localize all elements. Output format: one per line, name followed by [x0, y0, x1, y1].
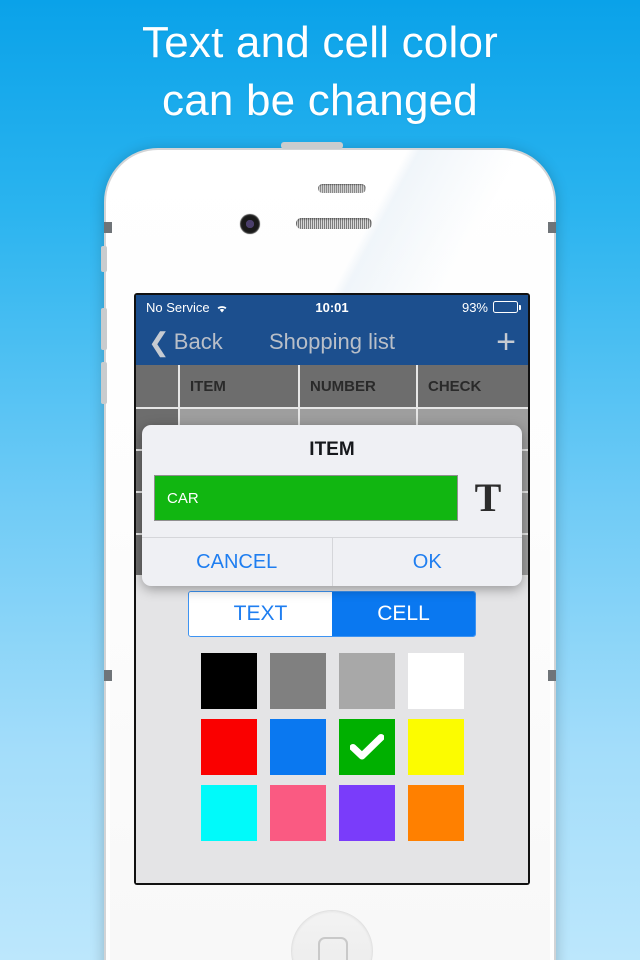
screenshot-stage: Text and cell color can be changed No Se… — [0, 0, 640, 960]
dialog-body: CAR T — [142, 471, 522, 537]
antenna-nub — [104, 670, 112, 681]
screen-bezel: No Service 10:01 93% ❮ Back Shopping lis… — [134, 293, 530, 885]
page-title: Text and cell color can be changed — [0, 14, 640, 130]
antenna-nub — [548, 670, 556, 681]
volume-down-button[interactable] — [101, 362, 107, 404]
dialog-overlay: ITEM CAR T CANCEL OK — [136, 295, 528, 883]
power-button[interactable] — [281, 142, 343, 149]
cancel-button[interactable]: CANCEL — [142, 538, 332, 586]
front-camera — [240, 214, 260, 234]
phone-screen: No Service 10:01 93% ❮ Back Shopping lis… — [136, 295, 528, 883]
dialog-title: ITEM — [309, 439, 355, 460]
phone-device: No Service 10:01 93% ❮ Back Shopping lis… — [101, 142, 558, 960]
antenna-nub — [104, 222, 112, 233]
dialog-actions: CANCEL OK — [142, 537, 522, 586]
font-style-button[interactable]: T — [466, 475, 510, 521]
headline-line-2: can be changed — [162, 76, 478, 125]
home-button[interactable] — [291, 910, 373, 960]
volume-up-button[interactable] — [101, 308, 107, 350]
home-button-square-icon — [318, 937, 348, 960]
item-name-input[interactable]: CAR — [154, 475, 458, 521]
ok-button[interactable]: OK — [331, 538, 523, 586]
mute-switch[interactable] — [101, 246, 107, 272]
antenna-nub — [548, 222, 556, 233]
earpiece-speaker — [296, 218, 372, 229]
item-edit-dialog: ITEM CAR T CANCEL OK — [142, 425, 522, 586]
proximity-sensor — [318, 184, 366, 193]
headline-line-1: Text and cell color — [142, 18, 498, 67]
